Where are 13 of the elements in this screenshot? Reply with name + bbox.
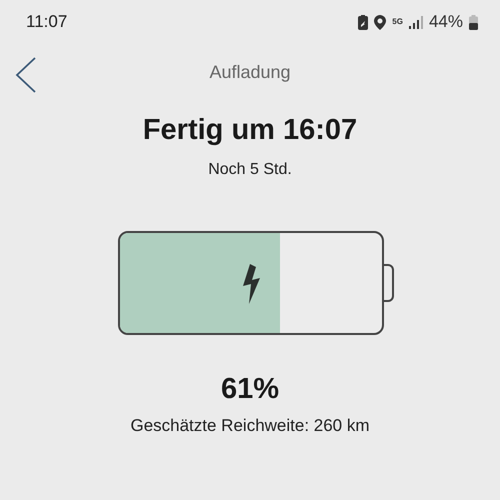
charge-percent: 61% — [220, 373, 280, 406]
status-time: 11:07 — [26, 12, 68, 32]
battery-saver-icon — [358, 14, 368, 30]
network-type: 5G — [392, 18, 403, 26]
location-icon — [374, 14, 386, 30]
estimated-range: Geschätzte Reichweite: 260 km — [129, 416, 371, 436]
remaining-time: Noch 5 Std. — [207, 161, 293, 179]
battery-percent: 44% — [428, 12, 463, 32]
page-title: Aufladung — [209, 62, 291, 82]
battery-icon — [469, 14, 478, 30]
finish-time: Fertig um 16:07 — [142, 114, 358, 147]
signal-icon — [408, 16, 423, 28]
back-button[interactable] — [14, 56, 38, 94]
